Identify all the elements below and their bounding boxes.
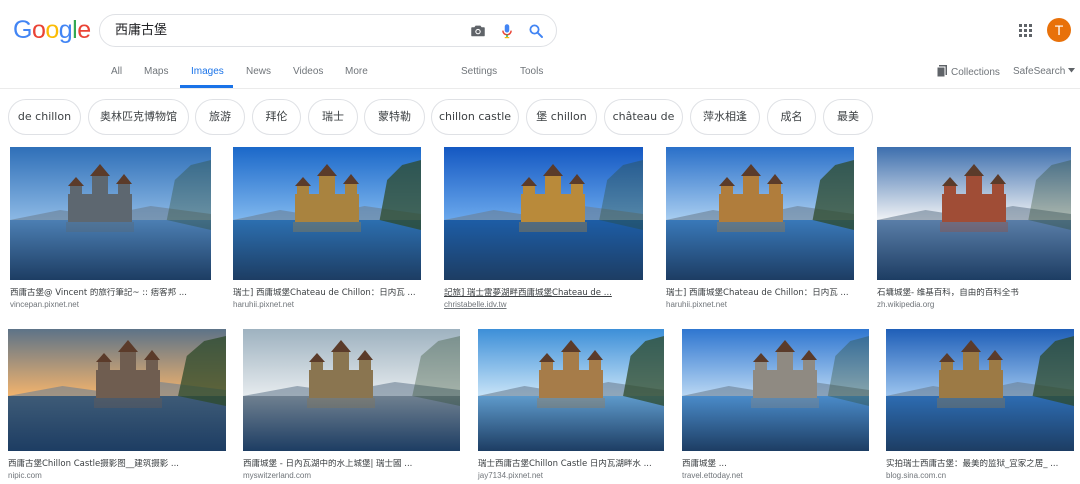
result-title[interactable]: 瑞士西庸古堡Chillon Castle 日内瓦湖畔水 ... <box>478 459 664 470</box>
castle-photo-image <box>444 147 643 280</box>
result-title[interactable]: 实拍瑞士西庸古堡：最美的监狱_宜家之居_ ... <box>886 459 1074 470</box>
image-result[interactable]: 实拍瑞士西庸古堡：最美的监狱_宜家之居_ ... blog.sina.com.cn <box>886 329 1074 483</box>
castle-photo-image <box>666 147 854 280</box>
result-thumbnail[interactable] <box>886 329 1074 451</box>
image-result[interactable]: 瑞士] 西庸城堡Chateau de Chillon：日内瓦 ... haruhi… <box>666 147 854 312</box>
header: Google 西庸古堡 T <box>0 0 1080 60</box>
chip-bao-chillon[interactable]: 堡 chillon <box>526 99 597 135</box>
image-result[interactable]: 西庸古堡@ Vincent 的旅行筆記~ :: 痞客邦 ... vincepan.… <box>10 147 211 312</box>
result-source[interactable]: blog.sina.com.cn <box>886 471 946 481</box>
bookmark-collection-icon <box>937 65 947 77</box>
microphone-icon[interactable] <box>498 22 516 40</box>
result-thumbnail[interactable] <box>243 329 460 451</box>
chip-de-chillon[interactable]: de chillon <box>8 99 81 135</box>
result-thumbnail[interactable] <box>682 329 869 451</box>
chip-travel[interactable]: 旅游 <box>195 99 245 135</box>
dropdown-arrow-icon <box>1068 68 1076 73</box>
chip-switzerland[interactable]: 瑞士 <box>308 99 358 135</box>
chip-montreux[interactable]: 蒙特勒 <box>364 99 425 135</box>
active-tab-indicator <box>180 85 233 88</box>
castle-photo-image <box>682 329 869 451</box>
chip-olympic-museum[interactable]: 奥林匹克博物馆 <box>88 99 189 135</box>
chip-most-beautiful[interactable]: 最美 <box>823 99 873 135</box>
logo-letter: o <box>45 16 59 44</box>
search-input[interactable]: 西庸古堡 <box>115 23 167 39</box>
result-source[interactable]: christabelle.idv.tw <box>444 300 507 310</box>
castle-photo-image <box>243 329 460 451</box>
tab-videos[interactable]: Videos <box>293 66 323 78</box>
castle-photo-image <box>233 147 421 280</box>
result-thumbnail[interactable] <box>10 147 211 280</box>
result-thumbnail[interactable] <box>444 147 643 280</box>
chip-byron[interactable]: 拜伦 <box>252 99 301 135</box>
settings-link[interactable]: Settings <box>461 66 497 78</box>
result-source[interactable]: haruhii.pixnet.net <box>666 300 727 310</box>
collections-link[interactable]: Collections <box>937 65 1000 80</box>
result-title[interactable]: 瑞士] 西庸城堡Chateau de Chillon：日内瓦 ... <box>233 288 421 299</box>
tab-maps[interactable]: Maps <box>144 66 168 78</box>
related-searches-chips: de chillon 奥林匹克博物馆 旅游 拜伦 瑞士 蒙特勒 chillon … <box>0 99 1080 135</box>
result-source[interactable]: jay7134.pixnet.net <box>478 471 543 481</box>
result-thumbnail[interactable] <box>478 329 664 451</box>
chip-chateau-de[interactable]: château de <box>604 99 683 135</box>
image-result[interactable]: 西庸古堡Chillon Castle摄影图__建筑摄影 ... nipic.com <box>8 329 226 483</box>
result-title[interactable]: 西庸城堡 - 日內瓦湖中的水上城堡| 瑞士國 ... <box>243 459 460 470</box>
chip-chillon-castle[interactable]: chillon castle <box>431 99 519 135</box>
safesearch-menu[interactable]: SafeSearch <box>1013 66 1076 78</box>
google-images-page: Google 西庸古堡 T All Maps Images News Video… <box>0 0 1080 484</box>
result-thumbnail[interactable] <box>877 147 1071 280</box>
result-thumbnail[interactable] <box>233 147 421 280</box>
tools-link[interactable]: Tools <box>520 66 543 78</box>
castle-photo-image <box>10 147 211 280</box>
search-tabs-bar: All Maps Images News Videos More Setting… <box>0 60 1080 89</box>
result-source[interactable]: nipic.com <box>8 471 42 481</box>
castle-photo-image <box>877 147 1071 280</box>
collections-label: Collections <box>951 67 1000 78</box>
logo-letter: g <box>58 16 73 44</box>
result-thumbnail[interactable] <box>8 329 226 451</box>
castle-photo-image <box>478 329 664 451</box>
safesearch-label: SafeSearch <box>1013 66 1066 77</box>
logo-letter: o <box>31 16 46 44</box>
castle-photo-image <box>8 329 226 451</box>
image-result[interactable]: 石墉城堡- 维基百科，自由的百科全书 zh.wikipedia.org <box>877 147 1071 312</box>
chip-chance-meeting[interactable]: 萍水相逢 <box>690 99 760 135</box>
logo-letter: G <box>13 16 32 44</box>
logo-letter: e <box>77 16 91 44</box>
chip-fame[interactable]: 成名 <box>767 99 816 135</box>
result-thumbnail[interactable] <box>666 147 854 280</box>
result-title[interactable]: 記旅] 瑞士雷夢湖畔西庸城堡Chateau de ... <box>444 288 643 299</box>
tab-images[interactable]: Images <box>191 66 224 78</box>
tab-all[interactable]: All <box>111 66 122 78</box>
result-title[interactable]: 石墉城堡- 维基百科，自由的百科全书 <box>877 288 1071 299</box>
result-title[interactable]: 西庸城堡 ... <box>682 459 869 470</box>
tab-news[interactable]: News <box>246 66 271 78</box>
image-result[interactable]: 瑞士西庸古堡Chillon Castle 日内瓦湖畔水 ... jay7134.p… <box>478 329 664 483</box>
image-result[interactable]: 西庸城堡 - 日內瓦湖中的水上城堡| 瑞士國 ... myswitzerland.… <box>243 329 460 483</box>
result-title[interactable]: 瑞士] 西庸城堡Chateau de Chillon：日内瓦 ... <box>666 288 854 299</box>
apps-grid-icon[interactable] <box>1019 24 1032 37</box>
image-result[interactable]: 西庸城堡 ... travel.ettoday.net <box>682 329 869 483</box>
image-result[interactable]: 記旅] 瑞士雷夢湖畔西庸城堡Chateau de ... christabelle… <box>444 147 643 312</box>
result-source[interactable]: haruhii.pixnet.net <box>233 300 294 310</box>
castle-photo-image <box>886 329 1074 451</box>
google-logo[interactable]: Google <box>13 16 91 44</box>
tab-more[interactable]: More <box>345 66 368 78</box>
search-icon[interactable] <box>527 22 545 40</box>
result-title[interactable]: 西庸古堡@ Vincent 的旅行筆記~ :: 痞客邦 ... <box>10 288 211 299</box>
result-source[interactable]: vincepan.pixnet.net <box>10 300 79 310</box>
image-result[interactable]: 瑞士] 西庸城堡Chateau de Chillon：日内瓦 ... haruhi… <box>233 147 421 312</box>
result-title[interactable]: 西庸古堡Chillon Castle摄影图__建筑摄影 ... <box>8 459 226 470</box>
camera-icon[interactable] <box>469 22 487 40</box>
result-source[interactable]: myswitzerland.com <box>243 471 311 481</box>
result-source[interactable]: travel.ettoday.net <box>682 471 743 481</box>
search-box[interactable]: 西庸古堡 <box>99 14 557 47</box>
result-source[interactable]: zh.wikipedia.org <box>877 300 934 310</box>
account-avatar[interactable]: T <box>1047 18 1071 42</box>
